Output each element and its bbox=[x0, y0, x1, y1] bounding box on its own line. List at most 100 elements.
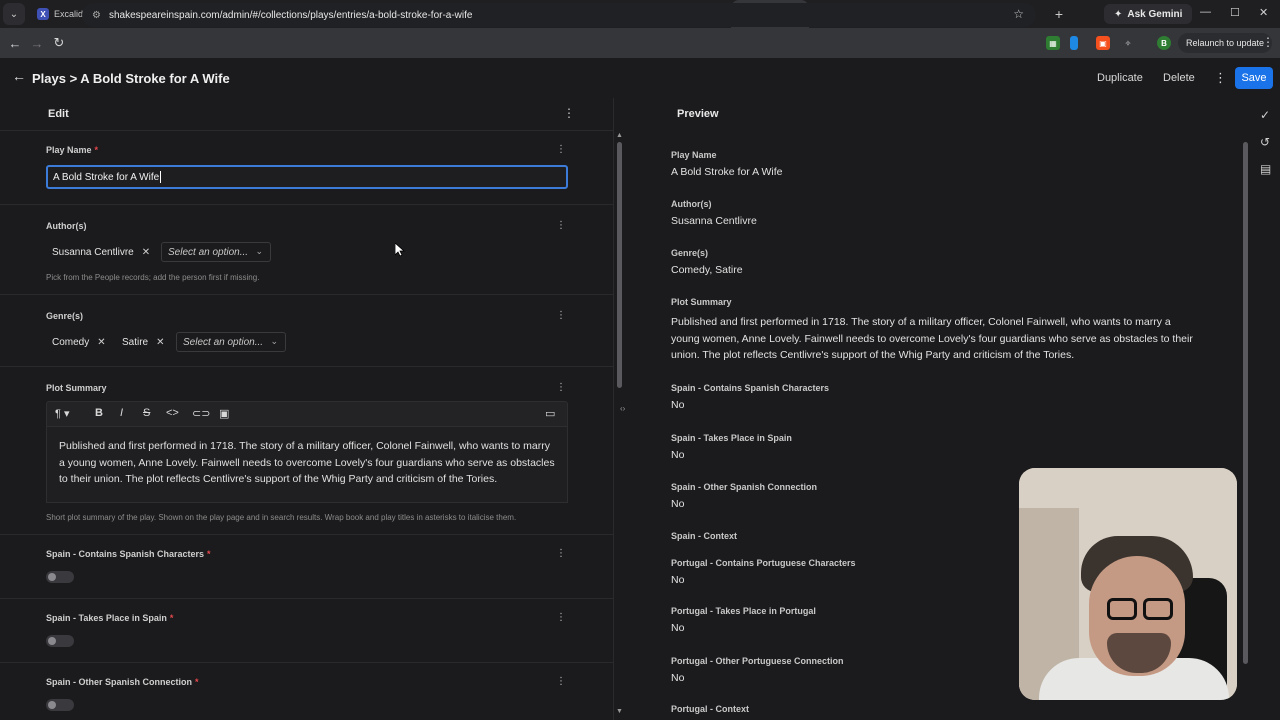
extension-icon[interactable]: ▣ bbox=[1096, 36, 1110, 50]
close-window-icon[interactable]: ✕ bbox=[1259, 6, 1268, 19]
field-menu-icon[interactable]: ⋮ bbox=[556, 310, 566, 321]
resize-handle-icon[interactable]: ‹› bbox=[620, 404, 625, 413]
remove-chip-icon[interactable]: ✕ bbox=[156, 337, 164, 348]
delete-button[interactable]: Delete bbox=[1163, 72, 1195, 84]
author-chip: Susanna Centlivre ✕ bbox=[52, 242, 150, 262]
preview-field-value: No bbox=[671, 574, 685, 586]
edit-pane-menu-icon[interactable]: ⋮ bbox=[563, 106, 575, 120]
duplicate-button[interactable]: Duplicate bbox=[1097, 72, 1143, 84]
preview-field-label: Spain - Contains Spanish Characters bbox=[671, 383, 830, 393]
check-circle-icon[interactable]: ✓ bbox=[1260, 108, 1270, 122]
field-menu-icon[interactable]: ⋮ bbox=[556, 548, 566, 559]
spain-characters-toggle[interactable] bbox=[46, 571, 74, 583]
preview-field-label: Spain - Takes Place in Spain bbox=[671, 433, 792, 443]
maximize-icon[interactable]: ☐ bbox=[1230, 6, 1240, 19]
select-placeholder: Select an option... bbox=[168, 246, 249, 258]
field-label: Spain - Takes Place in Spain * bbox=[46, 613, 174, 623]
chip-label: Comedy bbox=[52, 336, 90, 348]
more-options-icon[interactable]: ⋮ bbox=[1214, 70, 1227, 86]
edit-pane: Edit ⋮ Play Name * ⋮ A Bold Stroke for A … bbox=[0, 98, 614, 720]
strikethrough-icon[interactable]: S bbox=[143, 407, 150, 419]
chip-label: Susanna Centlivre bbox=[52, 246, 134, 258]
field-menu-icon[interactable]: ⋮ bbox=[556, 612, 566, 623]
notes-icon[interactable]: ▤ bbox=[1260, 162, 1271, 176]
genre-chip: Satire ✕ bbox=[122, 332, 165, 352]
preview-field-label: Spain - Other Spanish Connection bbox=[671, 482, 818, 492]
field-hint: Short plot summary of the play. Shown on… bbox=[46, 513, 517, 522]
preview-field-value: No bbox=[671, 498, 685, 510]
relaunch-button[interactable]: Relaunch to update bbox=[1178, 33, 1273, 53]
remove-chip-icon[interactable]: ✕ bbox=[142, 247, 150, 258]
extension-icon[interactable]: ▦ bbox=[1046, 36, 1060, 50]
scroll-up-icon[interactable]: ▲ bbox=[616, 132, 623, 139]
ask-gemini-button[interactable]: ✦ Ask Gemini bbox=[1104, 4, 1193, 24]
field-menu-icon[interactable]: ⋮ bbox=[556, 220, 566, 231]
preview-field-value: No bbox=[671, 399, 685, 411]
spain-place-toggle[interactable] bbox=[46, 635, 74, 647]
breadcrumb: Plays > A Bold Stroke for A Wife bbox=[32, 71, 230, 86]
code-icon[interactable]: <> bbox=[166, 407, 179, 419]
author-select[interactable]: Select an option... ⌄ bbox=[161, 242, 272, 262]
preview-field-label: Genre(s) bbox=[671, 248, 709, 258]
preview-scrollbar[interactable] bbox=[1243, 130, 1248, 716]
reload-icon[interactable]: ↻ bbox=[48, 35, 70, 51]
field-menu-icon[interactable]: ⋮ bbox=[556, 676, 566, 687]
tab-favicon-icon: X bbox=[37, 8, 49, 20]
scrollbar-thumb[interactable] bbox=[617, 142, 622, 388]
play-name-input[interactable]: A Bold Stroke for A Wife bbox=[46, 165, 568, 189]
new-tab-button[interactable]: + bbox=[1049, 6, 1069, 22]
scrollbar-thumb[interactable] bbox=[1243, 142, 1248, 664]
forward-icon[interactable]: → bbox=[26, 36, 48, 51]
rich-text-toolbar: ¶ ▾ B I S <> ⊂⊃ ▣ ▭ bbox=[46, 401, 568, 427]
field-menu-icon[interactable]: ⋮ bbox=[556, 144, 566, 155]
save-button[interactable]: Save bbox=[1235, 67, 1273, 89]
url-text: shakespeareinspain.com/admin/#/collectio… bbox=[108, 9, 473, 21]
bookmark-star-icon[interactable]: ☆ bbox=[1013, 7, 1024, 21]
bold-icon[interactable]: B bbox=[95, 407, 103, 419]
genre-select[interactable]: Select an option... ⌄ bbox=[176, 332, 287, 352]
scroll-down-icon[interactable]: ▼ bbox=[616, 708, 623, 715]
play-name-value: A Bold Stroke for A Wife bbox=[53, 171, 160, 183]
edit-pane-title: Edit bbox=[48, 108, 69, 120]
address-bar: ← → ↻ bbox=[0, 28, 1280, 58]
tab-search-icon[interactable]: ⌄ bbox=[3, 3, 25, 25]
gemini-icon: ✦ bbox=[1114, 8, 1123, 20]
field-menu-icon[interactable]: ⋮ bbox=[556, 382, 566, 393]
url-input[interactable]: ⚙ shakespeareinspain.com/admin/#/collect… bbox=[82, 3, 1036, 27]
minimize-icon[interactable]: — bbox=[1200, 6, 1211, 18]
extension-icon[interactable] bbox=[1070, 36, 1078, 50]
preview-field-value: Published and first performed in 1718. T… bbox=[671, 316, 1193, 361]
field-label: Spain - Other Spanish Connection * bbox=[46, 677, 199, 687]
chevron-down-icon: ⌄ bbox=[255, 246, 264, 256]
image-icon[interactable]: ▣ bbox=[219, 407, 229, 420]
italic-icon[interactable]: I bbox=[120, 407, 123, 419]
preview-field-label: Author(s) bbox=[671, 199, 712, 209]
preview-field-value: No bbox=[671, 622, 685, 634]
edit-scrollbar[interactable] bbox=[617, 130, 622, 716]
spain-other-toggle[interactable] bbox=[46, 699, 74, 711]
preview-field-label: Spain - Context bbox=[671, 531, 738, 541]
required-marker: * bbox=[195, 677, 199, 687]
paragraph-icon[interactable]: ¶ ▾ bbox=[55, 407, 70, 420]
history-icon[interactable]: ↺ bbox=[1260, 135, 1270, 149]
site-settings-icon[interactable]: ⚙ bbox=[92, 10, 101, 21]
remove-chip-icon[interactable]: ✕ bbox=[97, 337, 105, 348]
extensions-puzzle-icon[interactable]: ✧ bbox=[1121, 36, 1135, 50]
profile-avatar[interactable]: B bbox=[1157, 36, 1171, 50]
webcam-overlay bbox=[1019, 468, 1237, 700]
preview-field-label: Plot Summary bbox=[671, 297, 732, 307]
required-marker: * bbox=[94, 145, 99, 155]
link-icon[interactable]: ⊂⊃ bbox=[192, 407, 210, 420]
field-genres: Genre(s) ⋮ Comedy ✕ Satire ✕ Select an opt… bbox=[0, 294, 613, 366]
markdown-toggle-icon[interactable]: ▭ bbox=[545, 407, 555, 420]
browser-menu-icon[interactable]: ⋮ bbox=[1262, 35, 1274, 49]
chip-label: Satire bbox=[122, 336, 149, 348]
plot-summary-editor[interactable]: Published and first performed in 1718. T… bbox=[46, 427, 568, 503]
ask-gemini-label: Ask Gemini bbox=[1127, 8, 1183, 20]
field-label: Plot Summary bbox=[46, 383, 107, 393]
chevron-down-icon: ⌄ bbox=[270, 336, 279, 346]
back-arrow-icon[interactable]: ← bbox=[12, 68, 26, 84]
field-spain-place: Spain - Takes Place in Spain * ⋮ bbox=[0, 598, 613, 662]
back-icon[interactable]: ← bbox=[4, 36, 26, 51]
field-spain-other: Spain - Other Spanish Connection * ⋮ bbox=[0, 662, 613, 720]
